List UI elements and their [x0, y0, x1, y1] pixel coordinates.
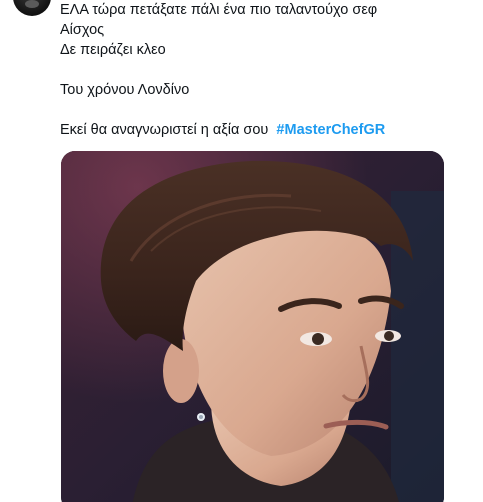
tweet-line: Του χρόνου Λονδίνο [60, 82, 190, 98]
tweet-media-image[interactable] [61, 151, 444, 502]
tweet-line: ΕΛΑ τώρα πετάξατε πάλι ένα πιο ταλαντούχ… [60, 2, 378, 18]
avatar-image-icon [25, 0, 39, 8]
author-avatar[interactable] [13, 0, 51, 16]
tweet-line: Δε πειράζει κλεο [60, 42, 166, 58]
man-portrait-icon [61, 151, 444, 502]
hashtag-link[interactable]: #MasterChefGR [276, 122, 385, 138]
tweet-line-with-hashtag: Εκεί θα αναγνωριστεί η αξία σου #MasterC… [60, 120, 470, 140]
tweet-line: Αίσχος [60, 22, 105, 38]
tweet-body: ΕΛΑ τώρα πετάξατε πάλι ένα πιο ταλαντούχ… [60, 0, 470, 140]
tweet-card: ΕΛΑ τώρα πετάξατε πάλι ένα πιο ταλαντούχ… [0, 0, 483, 502]
tweet-line-text: Εκεί θα αναγνωριστεί η αξία σου [60, 122, 269, 138]
